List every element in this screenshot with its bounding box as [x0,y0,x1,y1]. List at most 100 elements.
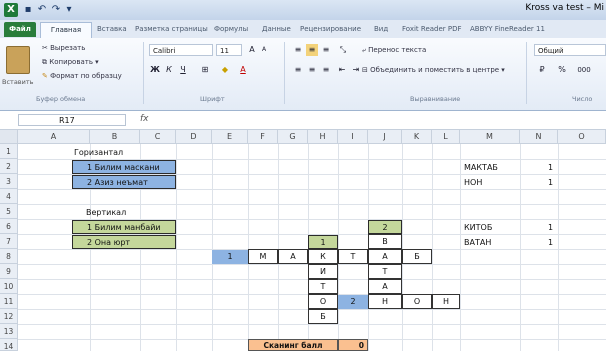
column-header-b[interactable]: B [90,130,140,144]
column-header-g[interactable]: G [278,130,308,144]
row-header-12[interactable]: 12 [0,309,18,324]
paste-button-label[interactable]: Вставить [2,78,33,86]
currency-icon[interactable]: ₽ [536,64,548,76]
row-header-9[interactable]: 9 [0,264,18,279]
crossword-clue-number-h2[interactable]: 2 [338,295,368,309]
customize-quick-access-icon[interactable]: ▾ [64,3,74,17]
format-painter-button[interactable]: ✎ Формат по образцу [42,72,122,80]
column-header-j[interactable]: J [368,130,402,144]
fill-color-icon[interactable]: ◆ [218,64,232,76]
answer-value[interactable]: 1 [548,221,553,234]
name-box[interactable]: R17 [18,114,126,126]
merge-center-button[interactable]: ⊟ Объединить и поместить в центре ▾ [362,66,505,74]
crossword-clue-number-v2[interactable]: 2 [368,220,402,234]
font-color-icon[interactable]: A [236,64,250,76]
row-header-1[interactable]: 1 [0,144,18,159]
number-format-select[interactable]: Общий [534,44,606,56]
vertical-clue-2[interactable]: 2 Она юрт [72,235,176,249]
decrease-indent-icon[interactable]: ⇤ [336,64,348,76]
shrink-font-icon[interactable]: A [258,44,270,56]
font-name-select[interactable]: Calibri [149,44,213,56]
crossword-cell[interactable]: Т [368,264,402,279]
formula-input[interactable] [160,114,600,126]
tab-review[interactable]: Рецензирование [300,22,361,37]
answer-word[interactable]: ВАТАН [464,236,491,249]
answer-value[interactable]: 1 [548,161,553,174]
column-header-m[interactable]: M [460,130,520,144]
column-header-o[interactable]: O [558,130,606,144]
align-right-icon[interactable]: ≡ [320,64,332,76]
column-header-h[interactable]: H [308,130,338,144]
column-header-n[interactable]: N [520,130,558,144]
row-header-11[interactable]: 11 [0,294,18,309]
tab-page-layout[interactable]: Разметка страницы [135,22,208,37]
column-header-f[interactable]: F [248,130,278,144]
answer-word[interactable]: МАКТАБ [464,161,498,174]
redo-icon[interactable]: ↷ [50,3,62,17]
underline-button[interactable]: Ч [178,64,188,76]
vertical-heading[interactable]: Вертикал [86,206,126,219]
crossword-cell[interactable]: К [308,249,338,264]
tab-formulas[interactable]: Формулы [214,22,248,37]
column-header-k[interactable]: K [402,130,432,144]
cut-button[interactable]: ✂ Вырезать [42,44,85,52]
align-top-icon[interactable]: ≡ [292,44,304,56]
crossword-cell[interactable]: А [368,249,402,264]
answer-word[interactable]: НОН [464,176,482,189]
crossword-cell[interactable]: А [368,279,402,294]
answer-word[interactable]: КИТОБ [464,221,492,234]
align-middle-icon[interactable]: ≡ [306,44,318,56]
horizontal-heading[interactable]: Горизантал [74,146,123,159]
tab-insert[interactable]: Вставка [97,22,127,37]
undo-icon[interactable]: ↶ [36,3,48,17]
crossword-cell[interactable]: Т [308,279,338,294]
orientation-icon[interactable]: ⤡ [336,44,350,56]
row-header-3[interactable]: 3 [0,174,18,189]
font-size-select[interactable]: 11 [216,44,242,56]
tab-file[interactable]: Файл [4,22,36,37]
row-header-5[interactable]: 5 [0,204,18,219]
row-header-2[interactable]: 2 [0,159,18,174]
row-header-8[interactable]: 8 [0,249,18,264]
answer-value[interactable]: 1 [548,236,553,249]
crossword-clue-number-h1[interactable]: 1 [212,250,248,264]
row-header-13[interactable]: 13 [0,324,18,339]
crossword-cell[interactable]: Б [402,249,432,264]
crossword-cell[interactable]: Б [308,309,338,324]
align-center-icon[interactable]: ≡ [306,64,318,76]
score-label[interactable]: Сканинг балл [248,339,338,351]
worksheet-grid[interactable]: A B C D E F G H I J K L M N O 1 2 3 4 5 … [0,130,606,351]
align-left-icon[interactable]: ≡ [292,64,304,76]
percent-button[interactable]: % [556,64,568,76]
copy-button[interactable]: ⧉ Копировать ▾ [42,58,99,67]
select-all-corner[interactable] [0,130,18,144]
row-header-4[interactable]: 4 [0,189,18,204]
crossword-cell[interactable]: Т [338,249,368,264]
grow-font-icon[interactable]: A [246,44,258,56]
row-header-10[interactable]: 10 [0,279,18,294]
crossword-cell[interactable]: О [308,294,338,309]
horizontal-clue-2[interactable]: 2 Азиз неъмат [72,175,176,189]
column-header-e[interactable]: E [212,130,248,144]
insert-function-icon[interactable]: fx [140,114,149,124]
thousands-separator-button[interactable]: 000 [574,64,594,76]
row-header-14[interactable]: 14 [0,339,18,351]
crossword-cell[interactable]: А [278,249,308,264]
tab-home[interactable]: Главная [40,22,92,38]
crossword-clue-number-v1[interactable]: 1 [308,235,338,249]
column-header-i[interactable]: I [338,130,368,144]
tab-view[interactable]: Вид [374,22,388,37]
crossword-cell[interactable]: В [368,234,402,249]
row-header-6[interactable]: 6 [0,219,18,234]
column-header-d[interactable]: D [176,130,212,144]
column-header-c[interactable]: C [140,130,176,144]
score-value[interactable]: 0 [338,339,368,351]
align-bottom-icon[interactable]: ≡ [320,44,332,56]
italic-button[interactable]: К [164,64,174,76]
bold-button[interactable]: Ж [150,64,160,76]
crossword-cell[interactable]: Н [432,294,460,309]
answer-value[interactable]: 1 [548,176,553,189]
increase-indent-icon[interactable]: ⇥ [350,64,362,76]
row-header-7[interactable]: 7 [0,234,18,249]
vertical-clue-1[interactable]: 1 Билим манбайи [72,220,176,234]
